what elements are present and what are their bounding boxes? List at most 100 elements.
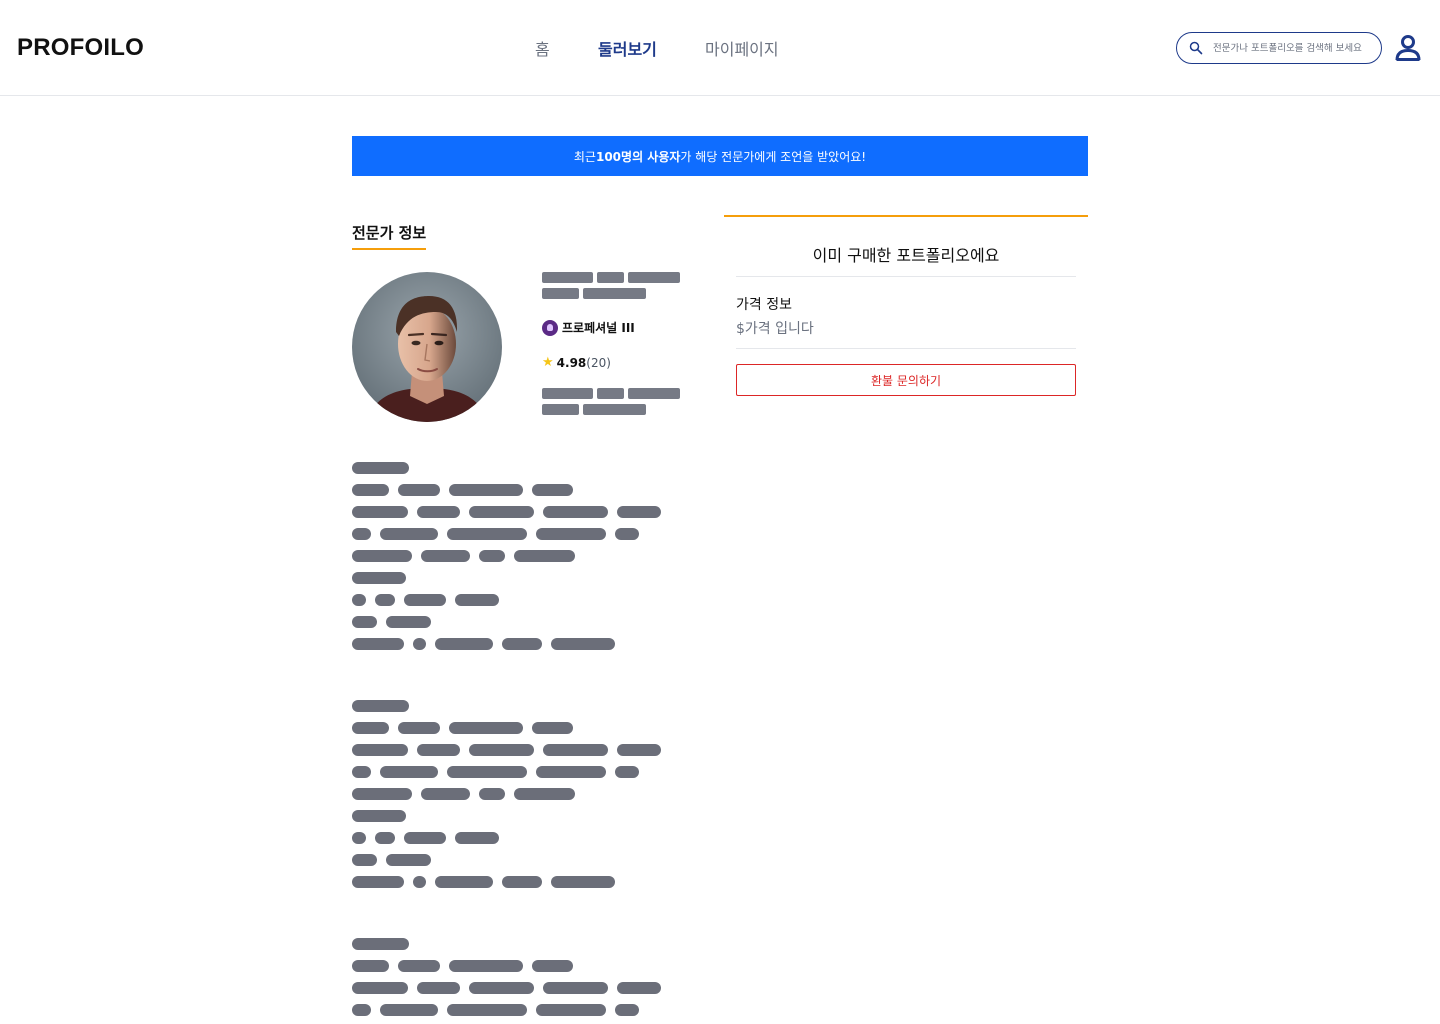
skeleton-text [583, 288, 646, 299]
search-icon [1189, 41, 1203, 55]
skeleton-text [398, 960, 440, 972]
grade-badge-icon [542, 319, 558, 336]
banner-prefix: 최근 [573, 149, 596, 164]
skeleton-text [352, 722, 389, 734]
banner-highlight: 100명의 사용자 [595, 149, 681, 164]
skeleton-text [417, 982, 460, 994]
skeleton-text [417, 506, 460, 518]
divider [736, 348, 1076, 349]
skeleton-text [615, 528, 639, 540]
skeleton-text [543, 982, 608, 994]
skeleton-text [551, 876, 615, 888]
skeleton-text [421, 788, 470, 800]
skeleton-text [352, 572, 406, 584]
skeleton-text [532, 484, 573, 496]
skeleton-text [532, 722, 573, 734]
skeleton-text [380, 766, 438, 778]
review-count: (20) [586, 355, 611, 370]
skeleton-text [583, 404, 646, 415]
skeleton-text [352, 506, 408, 518]
skeleton-text [628, 388, 680, 399]
skeleton-text [449, 484, 523, 496]
skeleton-text [469, 506, 534, 518]
skeleton-text [542, 388, 593, 399]
skeleton-text [615, 766, 639, 778]
skeleton-text [398, 722, 440, 734]
skeleton-text [352, 766, 371, 778]
skeleton-text [352, 854, 377, 866]
skeleton-text [352, 462, 409, 474]
skeleton-text [543, 744, 608, 756]
skeleton-text [375, 594, 395, 606]
expert-grade: 프로페셔널 III [542, 319, 635, 336]
rating-score: 4.98 [556, 355, 587, 370]
star-icon: ★ [542, 355, 554, 370]
search-input[interactable] [1213, 42, 1373, 54]
avatar [352, 272, 502, 422]
skeleton-text [352, 638, 404, 650]
skeleton-text [542, 404, 579, 415]
skeleton-text [352, 616, 377, 628]
skeleton-text [413, 876, 426, 888]
expert-section-title: 전문가 정보 [352, 222, 427, 250]
skeleton-text [352, 1004, 371, 1016]
skeleton-text [469, 982, 534, 994]
skeleton-text [502, 638, 542, 650]
skeleton-text [386, 854, 431, 866]
skeleton-text [352, 810, 406, 822]
price-label: 가격 정보 [736, 297, 792, 313]
skeleton-text [536, 766, 606, 778]
refund-inquiry-button[interactable]: 환불 문의하기 [736, 364, 1076, 396]
skeleton-text [352, 938, 409, 950]
nav-explore[interactable]: 둘러보기 [598, 36, 657, 60]
skeleton-text [352, 700, 409, 712]
skeleton-text [380, 528, 438, 540]
skeleton-text [449, 960, 523, 972]
purchase-card: 이미 구매한 포트폴리오에요 가격 정보 $가격 입니다 환불 문의하기 [724, 215, 1088, 411]
skeleton-text [597, 272, 624, 283]
skeleton-text [469, 744, 534, 756]
card-title: 이미 구매한 포트폴리오에요 [812, 246, 1000, 265]
skeleton-text [617, 982, 661, 994]
skeleton-text [435, 638, 493, 650]
skeleton-text [536, 1004, 606, 1016]
skeleton-text [551, 638, 615, 650]
skeleton-text [352, 832, 366, 844]
skeleton-text [375, 832, 395, 844]
recent-users-banner: 최근 100명의 사용자 가 해당 전문가에게 조언을 받았어요! [352, 136, 1088, 176]
nav-mypage[interactable]: 마이페이지 [705, 36, 779, 60]
skeleton-text [447, 766, 527, 778]
grade-label: 프로페셔널 III [562, 321, 635, 335]
skeleton-text [532, 960, 573, 972]
skeleton-text [542, 288, 579, 299]
skeleton-text [404, 594, 446, 606]
nav-home[interactable]: 홈 [535, 36, 550, 60]
skeleton-text [617, 506, 661, 518]
user-icon[interactable] [1395, 34, 1421, 62]
skeleton-text [352, 876, 404, 888]
skeleton-text [447, 528, 527, 540]
skeleton-text [352, 960, 389, 972]
skeleton-text [543, 506, 608, 518]
search-bar[interactable] [1176, 32, 1382, 64]
skeleton-text [352, 788, 412, 800]
skeleton-text [447, 1004, 527, 1016]
skeleton-text [352, 528, 371, 540]
skeleton-text [479, 550, 505, 562]
price-value: $가격 입니다 [736, 321, 814, 337]
skeleton-text [514, 550, 575, 562]
expert-rating: ★ 4.98 (20) [542, 355, 611, 370]
skeleton-text [536, 528, 606, 540]
skeleton-text [502, 876, 542, 888]
skeleton-text [398, 484, 440, 496]
skeleton-text [352, 744, 408, 756]
skeleton-text [542, 272, 593, 283]
skeleton-text [435, 876, 493, 888]
skeleton-text [352, 550, 412, 562]
skeleton-text [417, 744, 460, 756]
skeleton-text [615, 1004, 639, 1016]
skeleton-text [449, 722, 523, 734]
skeleton-text [352, 594, 366, 606]
skeleton-text [514, 788, 575, 800]
divider [736, 276, 1076, 277]
